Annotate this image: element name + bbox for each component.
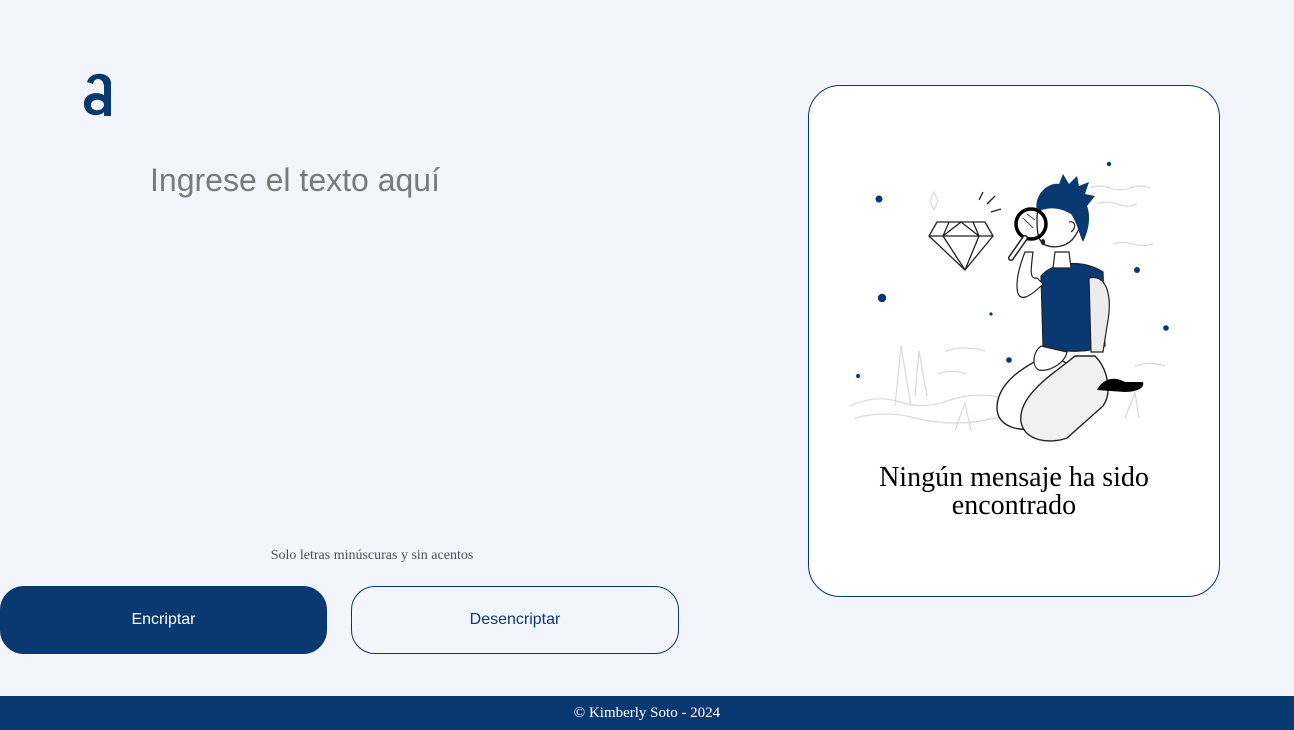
input-hint: Solo letras minúscuras y sin acentos [270,548,474,563]
footer: © Kimberly Soto - 2024 [0,696,1294,730]
decrypt-button[interactable]: Desencriptar [351,586,679,654]
no-message-title: Ningún mensaje ha sido encontrado [879,462,1149,521]
person-with-magnifying-glass-illustration [849,161,1169,442]
footer-copyright: © Kimberly Soto - 2024 [573,704,721,721]
encrypt-button[interactable]: Encriptar [0,586,327,654]
output-panel: Ningún mensaje ha sido encontrado [808,85,1220,597]
text-input[interactable] [150,158,710,522]
logo-icon [83,73,111,116]
